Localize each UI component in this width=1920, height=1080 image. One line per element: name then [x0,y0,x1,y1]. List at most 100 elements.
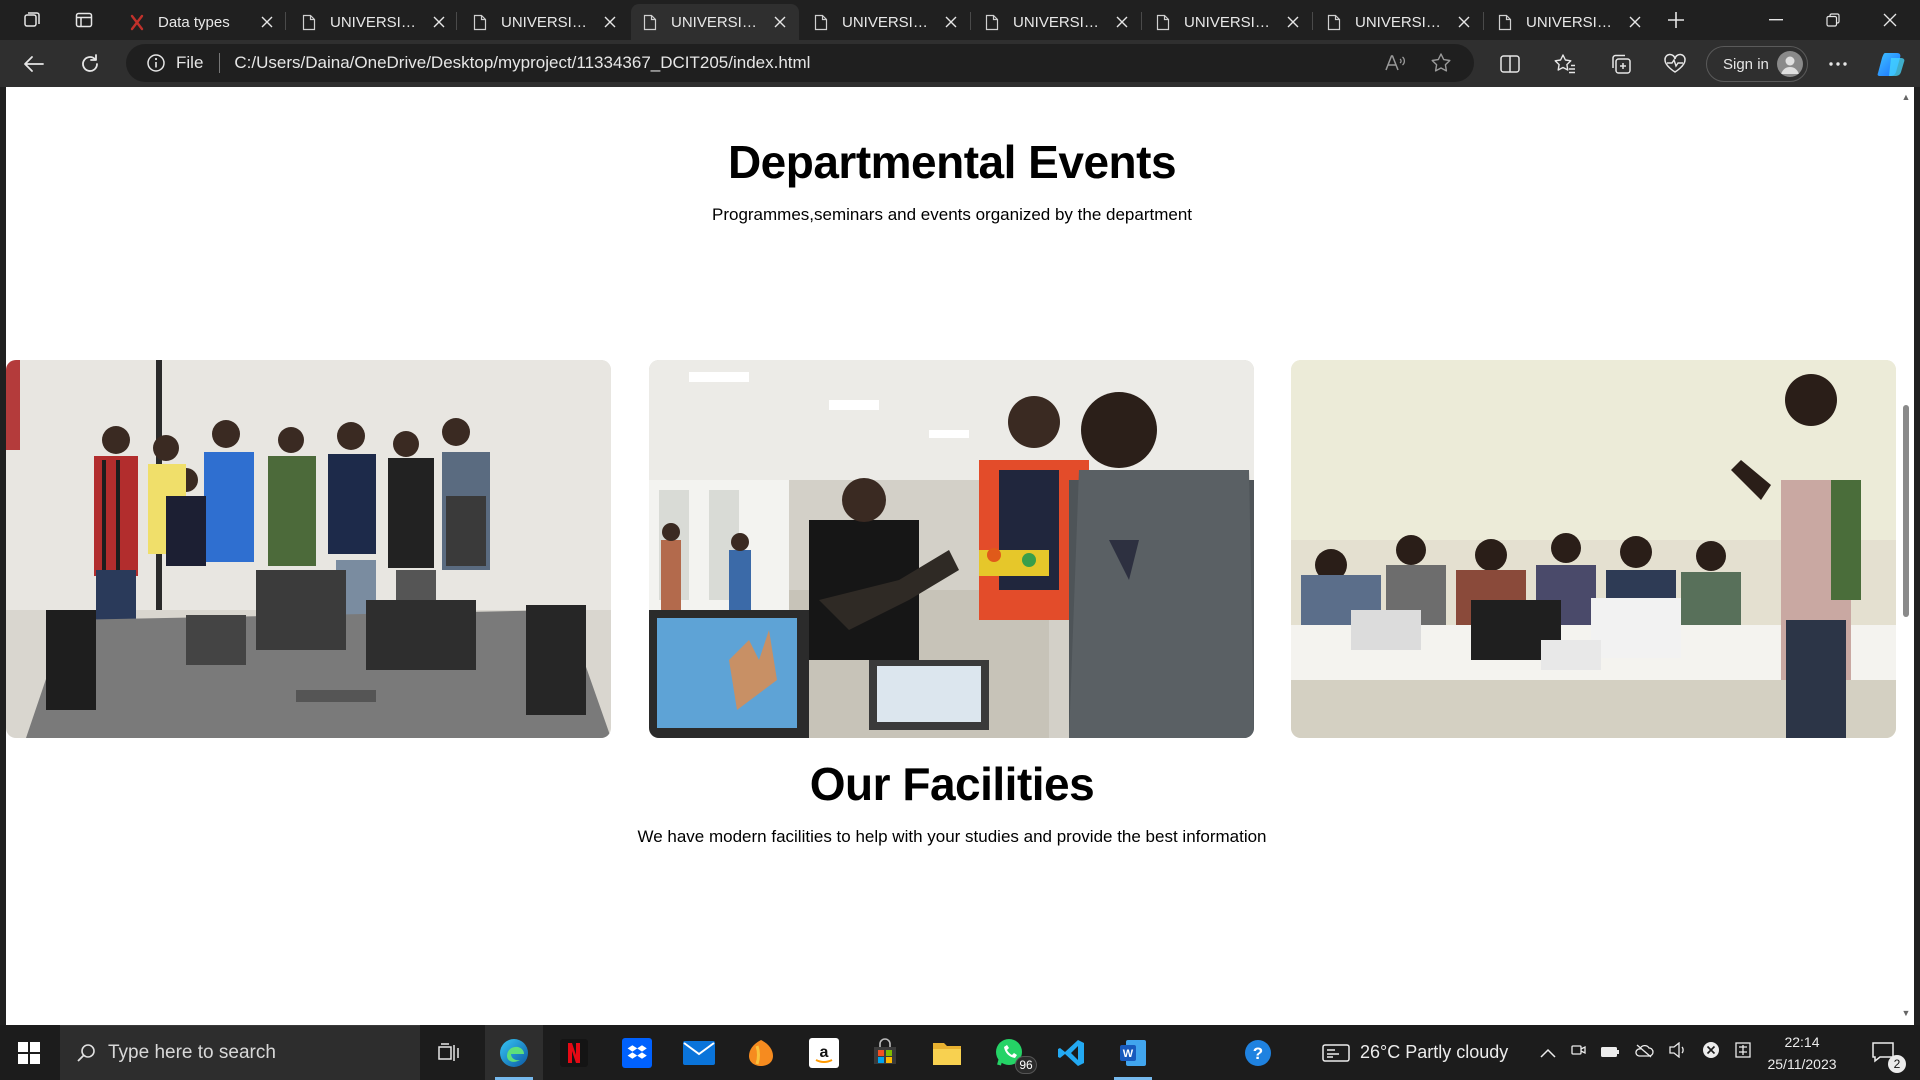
page-icon [643,14,657,31]
tab-title: UNIVERSITY OF GHANA [501,13,596,31]
page-icon [985,14,999,31]
tab-strip: Data types UNIVERSITY OF GHANA UNIVERSIT… [0,0,1920,40]
tab-title: UNIVERSITY OF GHANA [330,13,425,31]
file-explorer-icon[interactable] [918,1025,976,1080]
tab-university-8[interactable]: UNIVERSITY OF GHANA [1486,4,1654,40]
tab-university-2[interactable]: UNIVERSITY OF GHANA [461,4,629,40]
battery-icon[interactable] [1600,1042,1620,1063]
network-error-icon[interactable] [1702,1041,1720,1064]
input-language-icon[interactable] [1734,1041,1752,1064]
meet-icon[interactable] [1570,1042,1586,1063]
close-tab-icon[interactable] [1453,11,1475,33]
tab-university-active[interactable]: UNIVERSITY OF GHANA [631,4,799,40]
tab-title: UNIVERSITY OF GHANA [1355,13,1450,31]
facilities-section: Our Facilities We have modern facilities… [6,757,1898,847]
copilot-icon[interactable] [1874,46,1910,82]
event-photo-lab [649,360,1254,738]
notifications-icon[interactable]: 2 [1858,1025,1910,1080]
tab-title: UNIVERSITY OF GHANA [671,13,766,31]
url-text[interactable]: C:/Users/Daina/OneDrive/Desktop/myprojec… [234,53,810,73]
tab-separator [1483,12,1484,30]
weather-text: 26°C Partly cloudy [1360,1042,1509,1062]
read-aloud-icon[interactable] [1382,52,1408,74]
close-tab-icon[interactable] [599,11,621,33]
store-icon[interactable] [856,1025,914,1080]
start-icon[interactable] [0,1025,58,1080]
help-icon[interactable]: ? [1230,1025,1286,1080]
mail-icon[interactable] [670,1025,728,1080]
dropbox-icon[interactable] [608,1025,666,1080]
restore-icon[interactable] [1805,0,1861,40]
more-options-icon[interactable] [1820,46,1856,82]
group-photo [6,360,611,738]
tab-separator [970,12,971,30]
new-tab-icon[interactable] [1660,6,1692,34]
clock[interactable]: 22:14 25/11/2023 [1760,1031,1844,1075]
tab-data-types[interactable]: Data types [118,4,286,40]
close-tab-icon[interactable] [256,11,278,33]
svg-text:?: ? [1253,1044,1263,1063]
scroll-up-icon[interactable]: ▲ [1901,93,1911,102]
close-tab-icon[interactable] [1282,11,1304,33]
whatsapp-icon[interactable]: 96 [981,1025,1039,1080]
volume-icon[interactable] [1668,1041,1688,1063]
close-window-icon[interactable] [1862,0,1918,40]
system-tray [1540,1025,1752,1080]
tab-university-5[interactable]: UNIVERSITY OF GHANA [973,4,1141,40]
collections-icon[interactable] [1603,46,1639,82]
lab-photo [649,360,1254,738]
tab-title: Data types [158,13,230,31]
tab-university-6[interactable]: UNIVERSITY OF GHANA [1144,4,1312,40]
tab-university-7[interactable]: UNIVERSITY OF GHANA [1315,4,1483,40]
chevron-up-icon[interactable] [1540,1042,1556,1063]
close-tab-icon[interactable] [769,11,791,33]
minimize-icon[interactable] [1748,0,1804,40]
page-icon [1498,14,1512,31]
page-icon [1156,14,1170,31]
back-icon[interactable] [16,46,52,82]
page-scrollbar[interactable]: ▲ ▼ [1898,87,1914,1025]
weather-widget[interactable]: 26°C Partly cloudy [1322,1025,1508,1080]
close-tab-icon[interactable] [940,11,962,33]
search-icon [76,1043,96,1063]
edge-icon[interactable] [485,1025,543,1080]
refresh-icon[interactable] [72,46,108,82]
scrollbar-thumb[interactable] [1903,405,1909,617]
search-placeholder: Type here to search [108,1042,276,1063]
tab-actions-icon[interactable] [68,6,100,34]
workspaces-icon[interactable] [16,6,48,34]
svg-text:a: a [820,1044,829,1061]
close-tab-icon[interactable] [1111,11,1133,33]
page-icon [1327,14,1341,31]
close-tab-icon[interactable] [428,11,450,33]
page-viewport[interactable]: Departmental Events Programmes,seminars … [6,87,1914,1025]
site-info-icon[interactable] [146,53,166,73]
netflix-icon[interactable] [545,1025,603,1080]
clock-date: 25/11/2023 [1767,1056,1837,1072]
scheme-label: File [176,53,204,72]
taskbar-search-input[interactable]: Type here to search [60,1025,420,1080]
events-subtitle: Programmes,seminars and events organized… [711,205,1193,224]
browser-essentials-icon[interactable] [1657,46,1693,82]
browser-toolbar: File C:/Users/Daina/OneDrive/Desktop/myp… [0,40,1920,87]
favorite-star-icon[interactable] [1428,52,1454,74]
task-view-icon[interactable] [420,1025,478,1080]
tab-title: UNIVERSITY OF GHANA [1013,13,1108,31]
word-icon[interactable]: W [1104,1025,1162,1080]
split-screen-icon[interactable] [1492,46,1528,82]
clock-time: 22:14 [1784,1034,1820,1050]
address-bar[interactable]: File C:/Users/Daina/OneDrive/Desktop/myp… [126,44,1474,82]
scroll-down-icon[interactable]: ▼ [1901,1009,1911,1018]
tab-university-4[interactable]: UNIVERSITY OF GHANA [802,4,970,40]
cloud-offline-icon[interactable] [1634,1042,1654,1063]
sign-in-button[interactable]: Sign in [1706,46,1808,82]
fl-studio-icon[interactable] [732,1025,790,1080]
tab-separator [1141,12,1142,30]
favorites-icon[interactable] [1547,46,1583,82]
close-tab-icon[interactable] [1624,11,1646,33]
events-section: Departmental Events Programmes,seminars … [6,135,1898,225]
page-icon [302,14,316,31]
vscode-icon[interactable] [1042,1025,1100,1080]
amazon-icon[interactable]: a [795,1025,853,1080]
tab-university-1[interactable]: UNIVERSITY OF GHANA [290,4,458,40]
